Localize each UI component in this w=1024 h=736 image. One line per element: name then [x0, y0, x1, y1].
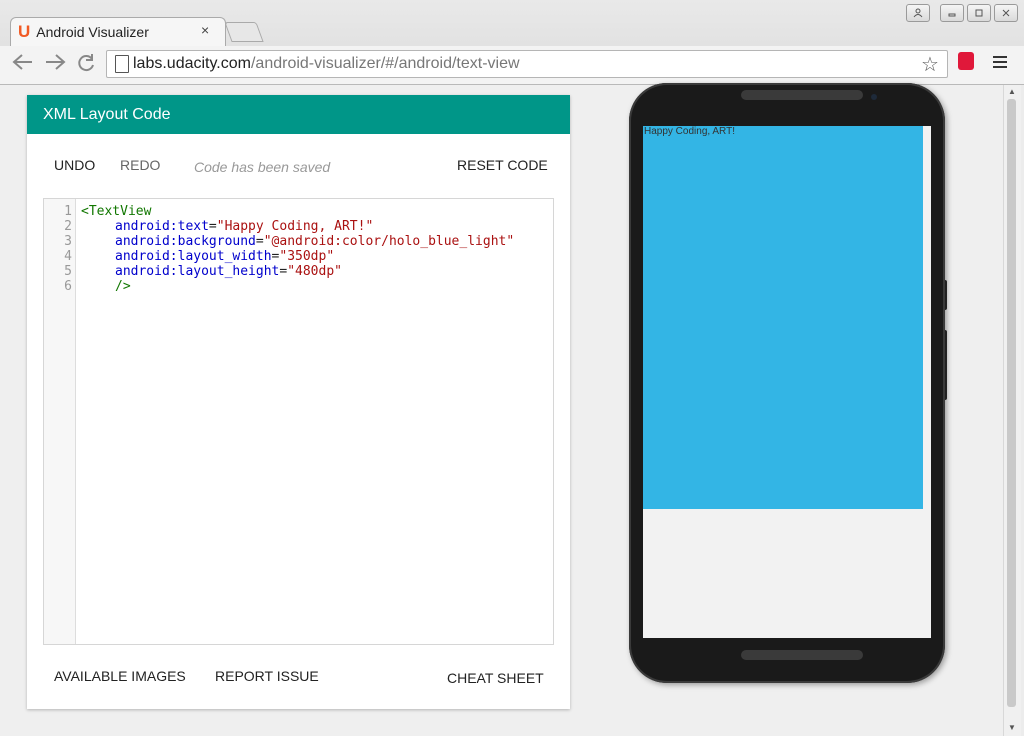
line-number: 2: [64, 219, 72, 234]
textview-text: Happy Coding, ART!: [644, 126, 735, 137]
xml-layout-panel: XML Layout Code UNDO REDO Code has been …: [27, 95, 570, 709]
url-text: labs.udacity.com/android-visualizer/#/an…: [133, 55, 520, 73]
line-number: 6: [64, 279, 72, 294]
code-line-attr: android:layout_height="480dp": [115, 264, 342, 279]
reload-button[interactable]: [76, 53, 96, 78]
back-button[interactable]: [12, 53, 34, 76]
code-line-attr: android:background="@android:color/holo_…: [115, 234, 515, 249]
report-issue-button[interactable]: REPORT ISSUE: [215, 668, 319, 684]
line-number: 5: [64, 264, 72, 279]
phone-preview: Happy Coding, ART!: [629, 83, 945, 683]
available-images-button[interactable]: AVAILABLE IMAGES: [54, 668, 186, 684]
line-number: 4: [64, 249, 72, 264]
phone-screen: Happy Coding, ART!: [643, 126, 931, 638]
cheat-sheet-button[interactable]: CHEAT SHEET: [447, 670, 544, 686]
close-window-button[interactable]: [994, 4, 1018, 22]
line-number-gutter: 1 2 3 4 5 6: [44, 199, 76, 644]
scroll-up-icon[interactable]: ▲: [1008, 87, 1016, 96]
panel-header: XML Layout Code: [27, 95, 570, 134]
panel-title: XML Layout Code: [43, 106, 171, 123]
minimize-button[interactable]: [940, 4, 964, 22]
phone-camera: [871, 94, 877, 100]
bookmark-star-icon[interactable]: ☆: [921, 52, 939, 77]
menu-icon[interactable]: [993, 56, 1007, 71]
reset-code-button[interactable]: RESET CODE: [457, 157, 548, 173]
redo-button[interactable]: REDO: [120, 157, 160, 173]
scroll-thumb[interactable]: [1007, 99, 1016, 707]
maximize-button[interactable]: [967, 4, 991, 22]
forward-button[interactable]: [44, 53, 66, 76]
address-bar[interactable]: labs.udacity.com/android-visualizer/#/an…: [106, 50, 948, 78]
page-scrollbar[interactable]: ▲ ▼: [1003, 85, 1021, 736]
user-profile-icon[interactable]: [906, 4, 930, 22]
phone-speaker: [741, 90, 863, 100]
url-path: /android-visualizer/#/android/text-view: [250, 55, 520, 72]
code-line-open-tag: <TextView: [81, 204, 152, 219]
scroll-down-icon[interactable]: ▼: [1008, 723, 1016, 732]
code-line-close-tag: />: [115, 279, 131, 294]
udacity-logo-icon: U: [18, 22, 31, 41]
extension-icon[interactable]: [958, 52, 974, 70]
textview-preview: Happy Coding, ART!: [643, 126, 923, 509]
new-tab-button[interactable]: [224, 22, 264, 42]
save-status: Code has been saved: [194, 159, 331, 175]
phone-speaker-bottom: [741, 650, 863, 660]
page-icon: [115, 55, 129, 73]
code-line-attr: android:layout_width="350dp": [115, 249, 335, 264]
line-number: 3: [64, 234, 72, 249]
tab-content: U Android Visualizer: [18, 22, 149, 42]
code-line-attr: android:text="Happy Coding, ART!": [115, 219, 374, 234]
url-domain: labs.udacity.com: [133, 55, 251, 72]
code-editor[interactable]: 1 2 3 4 5 6 <TextView android:text="Happ…: [43, 198, 554, 645]
line-number: 1: [64, 204, 72, 219]
tab-title: Android Visualizer: [36, 24, 149, 40]
undo-button[interactable]: UNDO: [54, 157, 95, 173]
tab-close-icon[interactable]: ×: [201, 22, 209, 38]
